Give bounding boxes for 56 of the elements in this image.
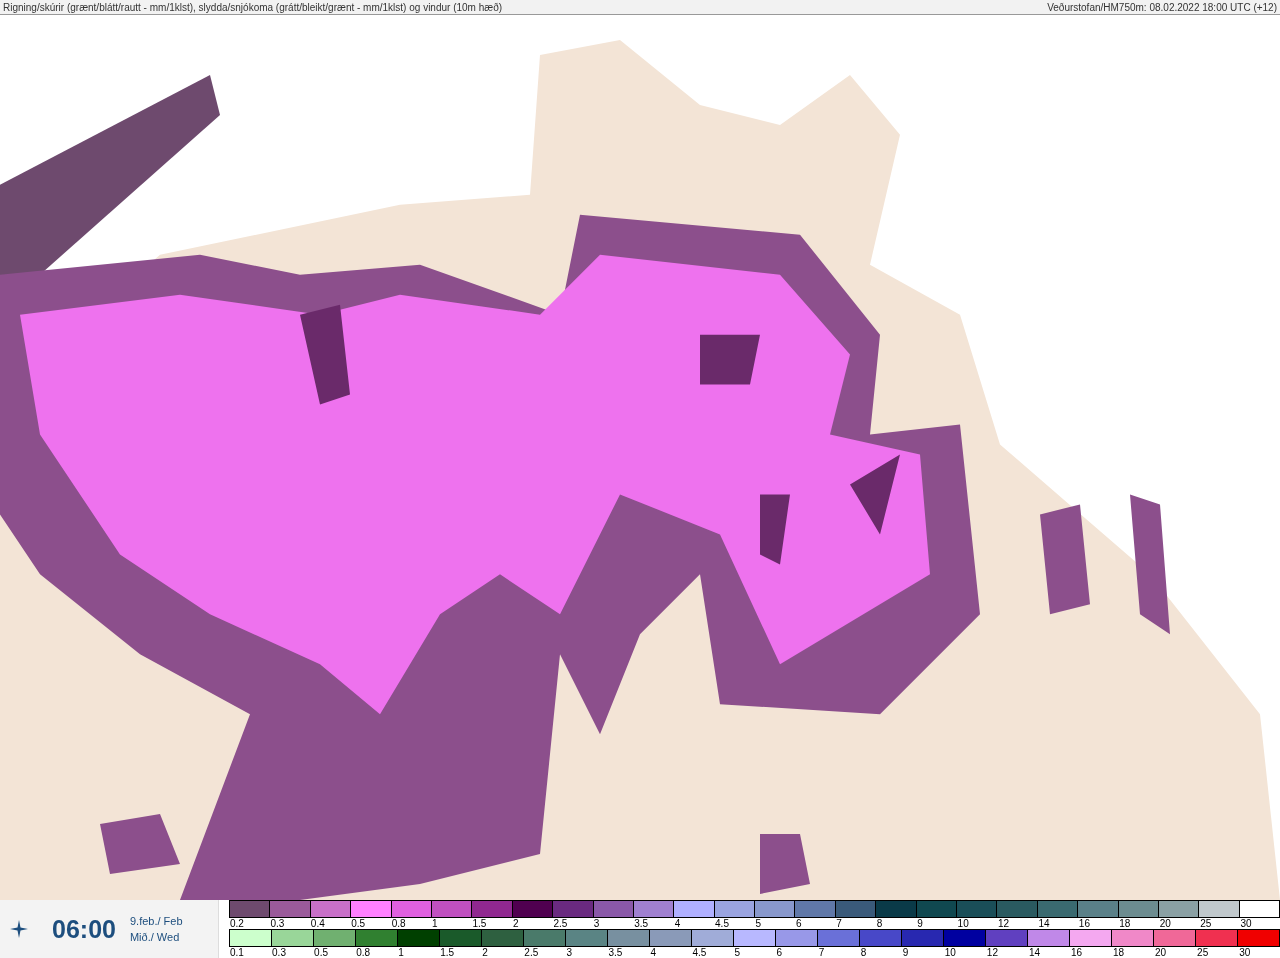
forecast-weekday: Mið./ Wed [129,931,181,943]
legend-label: 0.8 [390,918,407,929]
legend-label: 25 [1199,918,1213,929]
legend-label: 0.5 [313,947,329,958]
forecast-date: 9.feb./ Feb [129,915,183,927]
legend-label: 14 [1037,918,1051,929]
legend-label: 0.1 [229,947,245,958]
legend-label: 25 [1196,947,1210,958]
legend-label: 12 [997,918,1011,929]
legend-label: 8 [859,947,868,958]
legend-label: 16 [1069,947,1084,958]
legend-label: 2 [511,918,520,929]
legend-label: 4.5 [714,918,730,929]
legend-label: 30 [1238,947,1252,958]
legend-label: 1.5 [439,947,456,958]
legend-label: 6 [775,947,784,958]
legend-label: 3.5 [633,918,650,929]
legend-label: 2.5 [523,947,540,958]
legend-label: 1 [397,947,405,958]
forecast-time: 06:00 [52,914,116,944]
legend-label: 4.5 [691,947,708,958]
legend-label: 16 [1077,918,1091,929]
legend-label: 20 [1158,918,1172,929]
legend-label: 10 [943,947,957,958]
legend-label: 0.3 [271,947,287,958]
legend-label: 4 [673,918,682,929]
legend-label: 20 [1154,947,1168,958]
legend-label: 9 [901,947,910,958]
legend-label: 7 [817,947,826,958]
legend-label: 8 [875,918,884,929]
legend-label: 9 [916,918,924,929]
forecast-source: Veðurstofan/HM750m: 08.02.2022 18:00 UTC (+12) [1047,1,1277,13]
legend-label: 1.5 [471,918,488,929]
legend-label: 10 [956,918,970,929]
legend-label: 0.3 [269,918,286,929]
legend-label: 30 [1239,918,1253,929]
legend-label: 3 [592,918,601,929]
legend-label: 12 [985,947,999,958]
legend-label: 5 [733,947,742,958]
legend-label: 0.8 [355,947,372,958]
legend-label: 4 [649,947,658,958]
legend-label: 3 [565,947,573,958]
legend-label: 0.5 [350,918,367,929]
legend-label: 14 [1027,947,1041,958]
legend-label: 2 [481,947,489,958]
map-title: Rigning/skúrir (grænt/blátt/rautt - mm/1klst), slydda/snjókoma (grátt/bleikt/grænt - mm/1klst) og vindur (10m hæð) [3,1,503,13]
legend-label: 18 [1118,918,1132,929]
legend-label: 1 [431,918,439,929]
legend-label: 18 [1112,947,1126,958]
legend-label: 0.4 [309,918,326,929]
legend-label: 5 [754,918,763,929]
legend-label: 6 [794,918,803,929]
legend-label: 7 [835,918,843,929]
legend-label: 3.5 [607,947,624,958]
legend-label: 2.5 [552,918,569,929]
legend-label: 0.2 [229,918,245,929]
